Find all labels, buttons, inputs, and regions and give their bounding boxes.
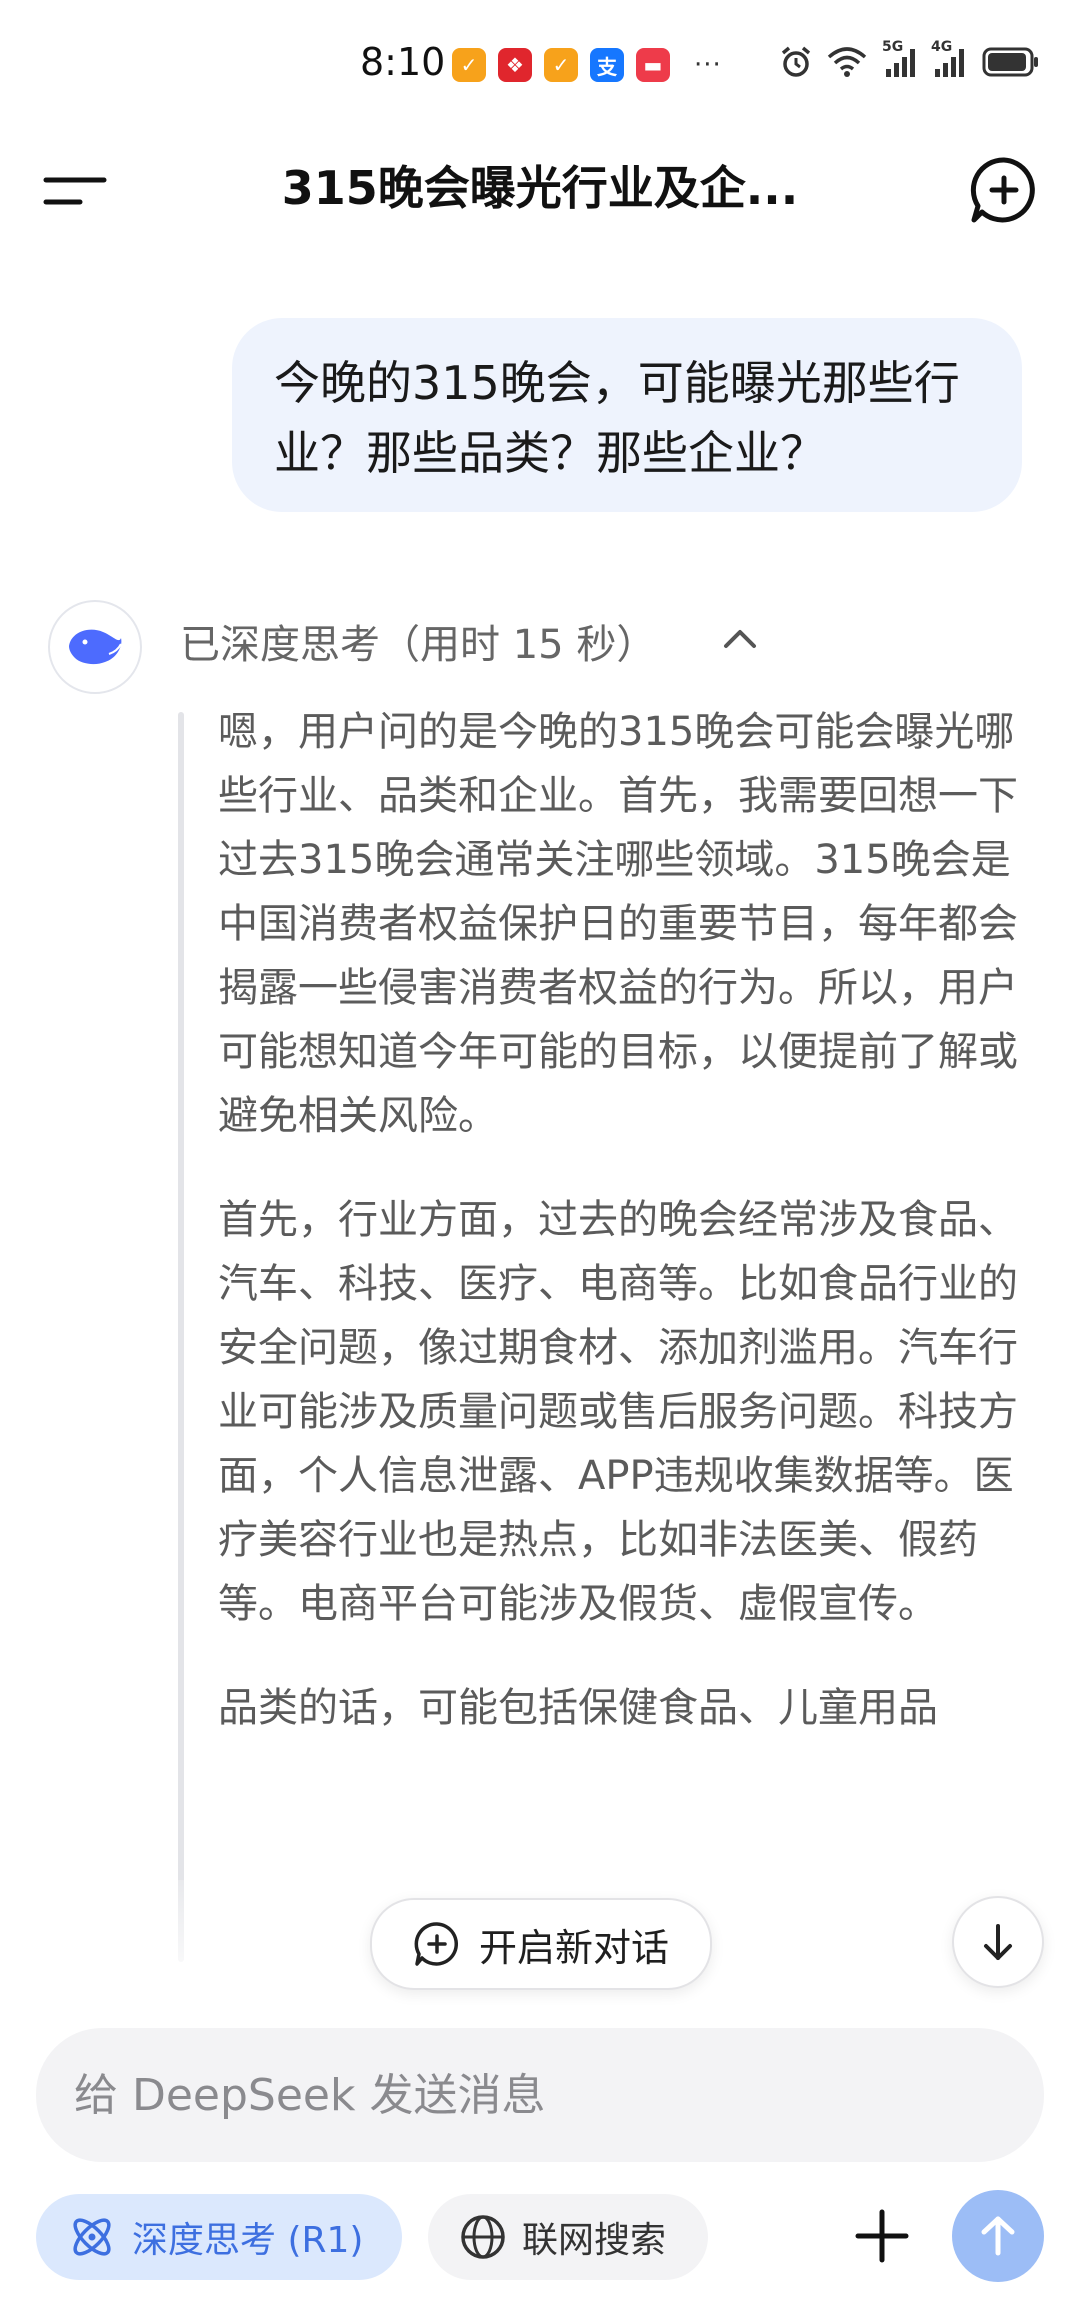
message-input-container[interactable] [36, 2028, 1044, 2162]
deep-think-label: 深度思考 (R1) [132, 2220, 364, 2261]
user-message-bubble: 今晚的315晚会，可能曝光那些行业？那些品类？那些企业？ [232, 318, 1022, 512]
deepseek-whale-icon [69, 629, 122, 665]
app-notification-icon-3: ✓ [544, 48, 578, 82]
chevron-up-icon[interactable] [720, 622, 760, 652]
attach-button[interactable] [846, 2200, 918, 2272]
scroll-to-bottom-button[interactable] [952, 1896, 1044, 1988]
notification-icons: ✓ ❖ ✓ 支 ▬ ··· [452, 48, 722, 82]
signal-4g-icon: 4G [931, 39, 964, 77]
thinking-paragraph: 嗯，用户问的是今晚的315晚会可能会曝光哪些行业、品类和企业。首先，我需要回想一… [218, 709, 1018, 1139]
web-search-label: 联网搜索 [522, 2220, 667, 2261]
app-notification-icon-2: ❖ [498, 48, 532, 82]
thinking-status-label[interactable]: 已深度思考（用时 15 秒） [180, 612, 656, 670]
conversation-title: 315晚会曝光行业及企... [281, 161, 799, 215]
deepseek-avatar [48, 600, 142, 694]
battery-icon [982, 47, 1038, 77]
arrow-down-icon [984, 1924, 1012, 1960]
system-status-icons: 5G 4G [778, 39, 1040, 80]
arrow-up-icon [981, 2216, 1015, 2256]
signal-5g-icon: 5G [882, 39, 915, 77]
new-chat-icon[interactable] [968, 154, 1040, 226]
new-chat-icon [414, 1922, 458, 1966]
app-notification-icon-5: ▬ [636, 48, 670, 82]
more-notifications-icon: ··· [694, 50, 722, 80]
alipay-icon: 支 [590, 48, 624, 82]
status-time: 8:10 [360, 40, 446, 84]
send-button[interactable] [952, 2190, 1044, 2282]
globe-icon [461, 2215, 505, 2259]
deep-think-toggle[interactable]: 深度思考 (R1) [36, 2194, 402, 2280]
thinking-block-bar [178, 712, 184, 1962]
app-header: 315晚会曝光行业及企... [0, 130, 1080, 250]
status-bar: 8:10 ✓ ❖ ✓ 支 ▬ ··· 5G 4G [0, 0, 1080, 130]
atom-icon [73, 2218, 111, 2256]
message-input[interactable] [72, 2068, 976, 2122]
new-chat-button[interactable]: 开启新对话 [370, 1898, 712, 1990]
plus-icon [855, 2209, 909, 2263]
new-chat-label: 开启新对话 [478, 1925, 669, 1970]
thinking-paragraph: 品类的话，可能包括保健食品、儿童用品 [218, 1685, 938, 1731]
app-notification-icon-1: ✓ [452, 48, 486, 82]
alarm-icon [781, 46, 811, 77]
thinking-content: 嗯，用户问的是今晚的315晚会可能会曝光哪些行业、品类和企业。首先，我需要回想一… [218, 700, 1038, 1780]
wifi-icon [827, 47, 867, 77]
menu-icon[interactable] [40, 160, 110, 220]
thinking-paragraph: 首先，行业方面，过去的晚会经常涉及食品、汽车、科技、医疗、电商等。比如食品行业的… [218, 1197, 1018, 1627]
web-search-toggle[interactable]: 联网搜索 [428, 2194, 708, 2280]
